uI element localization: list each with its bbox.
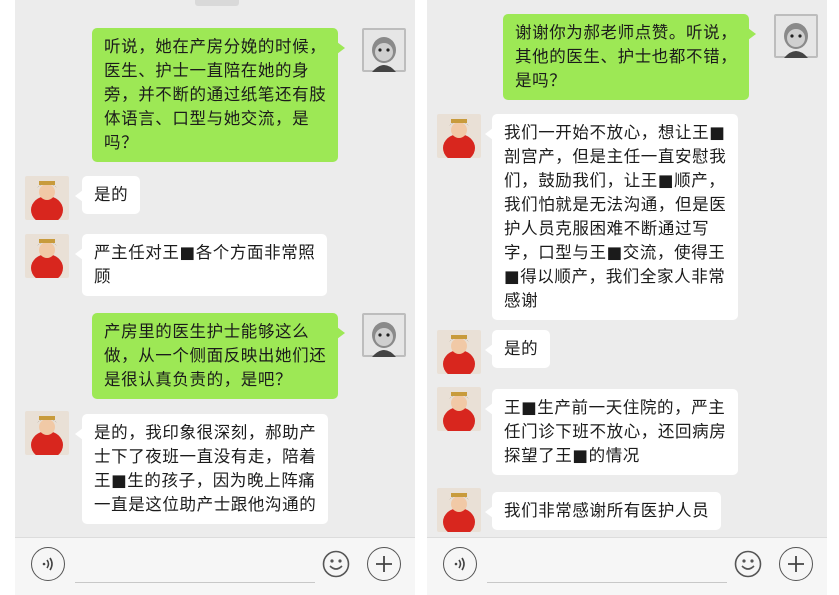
- message-bubble-received[interactable]: 我们一开始不放心，想让王■ 剖宫产，但是主任一直安慰我 们，鼓励我们，让王■顺产…: [484, 114, 739, 320]
- plus-icon[interactable]: [779, 547, 813, 581]
- input-bar: [427, 537, 827, 595]
- voice-icon[interactable]: [31, 547, 65, 581]
- chat-panel-left: 听说，她在产房分娩的时候， 医生、护士一直陪在她的身 旁，并不断的通过纸笔还有肢…: [15, 0, 415, 595]
- plus-icon[interactable]: [367, 547, 401, 581]
- avatar-self[interactable]: [774, 14, 818, 58]
- avatar-contact[interactable]: [25, 176, 69, 220]
- message-bubble-sent[interactable]: 听说，她在产房分娩的时候， 医生、护士一直陪在她的身 旁，并不断的通过纸笔还有肢…: [92, 28, 346, 162]
- voice-icon[interactable]: [443, 547, 477, 581]
- avatar-self[interactable]: [362, 28, 406, 72]
- avatar-contact[interactable]: [437, 488, 481, 532]
- message-bubble-received[interactable]: 王■生产前一天住院的，严主 任门诊下班不放心，还回病房 探望了王■的情况: [484, 389, 739, 475]
- message-input[interactable]: [487, 582, 727, 583]
- message-bubble-received[interactable]: 我们非常感谢所有医护人员: [484, 492, 722, 530]
- avatar-contact[interactable]: [437, 387, 481, 431]
- emoji-icon[interactable]: [319, 547, 353, 581]
- message-list[interactable]: 谢谢你为郝老师点赞。听说， 其他的医生、护士也都不错， 是吗？ 我们一开始不放心…: [427, 0, 827, 537]
- avatar-contact[interactable]: [437, 114, 481, 158]
- message-bubble-sent[interactable]: 谢谢你为郝老师点赞。听说， 其他的医生、护士也都不错， 是吗？: [503, 14, 757, 100]
- message-bubble-received[interactable]: 严主任对王■各个方面非常照 顾: [74, 234, 328, 296]
- message-list[interactable]: 听说，她在产房分娩的时候， 医生、护士一直陪在她的身 旁，并不断的通过纸笔还有肢…: [15, 0, 415, 537]
- scroll-indicator: [195, 0, 239, 6]
- input-bar: [15, 537, 415, 595]
- chat-panel-right: 谢谢你为郝老师点赞。听说， 其他的医生、护士也都不错， 是吗？ 我们一开始不放心…: [427, 0, 827, 595]
- message-bubble-sent[interactable]: 产房里的医生护士能够这么 做，从一个侧面反映出她们还 是很认真负责的，是吧？: [92, 313, 346, 399]
- message-bubble-received[interactable]: 是的: [484, 330, 551, 368]
- message-bubble-received[interactable]: 是的，我印象很深刻，郝助产 士下了夜班一直没有走，陪着 王■生的孩子，因为晚上阵…: [74, 414, 329, 524]
- message-bubble-received[interactable]: 是的: [74, 176, 141, 214]
- avatar-contact[interactable]: [25, 411, 69, 455]
- message-input[interactable]: [75, 582, 315, 583]
- avatar-self[interactable]: [362, 313, 406, 357]
- avatar-contact[interactable]: [25, 234, 69, 278]
- avatar-contact[interactable]: [437, 330, 481, 374]
- emoji-icon[interactable]: [731, 547, 765, 581]
